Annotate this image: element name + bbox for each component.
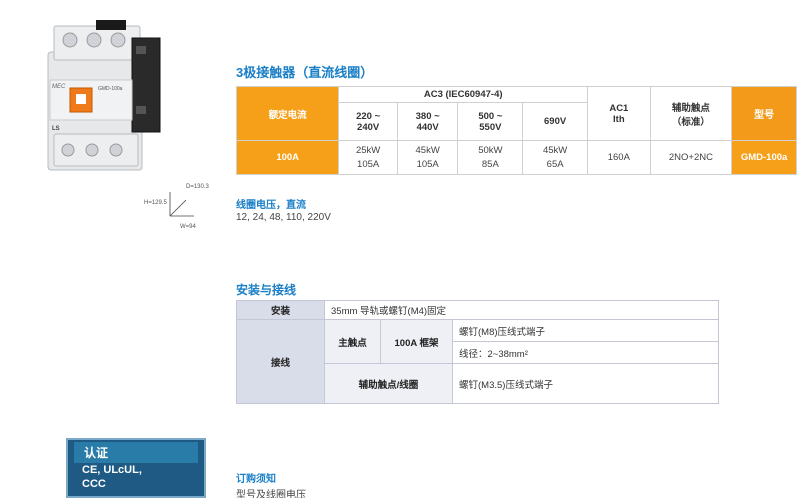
contactor-product-image: MEC GMD-100a LS [36, 16, 176, 196]
ac3-col-690: 690V [522, 102, 588, 141]
brand-label: MEC [52, 84, 66, 90]
certification-title: 认证 [74, 442, 198, 463]
current-value: 100A [235, 140, 340, 175]
ac3-value-500: 50kW 85A [457, 140, 524, 175]
ac3-kw-500: 50kW [478, 144, 503, 156]
section-title-install: 安装与接线 [236, 283, 297, 297]
ac3-a-220: 105A [357, 158, 380, 170]
dimension-diagram: D=130.3 H=129.5 W=94 [142, 182, 232, 232]
ac3-col-500: 500 ~ 550V [457, 102, 524, 141]
contactor-illustration [47, 20, 161, 171]
certification-item: CCC [82, 478, 106, 490]
type-header: 型号 [731, 86, 797, 141]
ac3-header: AC3 (IEC60947-4) [338, 86, 588, 103]
coil-voltage-title: 线圈电压，直流 [236, 200, 306, 211]
ac3-col-380: 380 ~ 440V [396, 102, 459, 141]
type-value: GMD-100a [731, 140, 797, 175]
ac3-a-500: 85A [481, 158, 499, 170]
ac3-kw-690: 45kW [542, 144, 568, 156]
install-table: 安装 35mm 导轨或螺钉(M4)固定 接线 主触点 100A 框架 螺钉(M8… [236, 300, 719, 404]
ac3-value-220: 25kW 105A [338, 140, 398, 175]
aux-contact-header: 辅助触点 （标准） [649, 86, 733, 141]
ac3-value-380: 45kW 105A [396, 140, 459, 175]
aux-contact-value: 2NO+2NC [649, 140, 733, 175]
ac3-value-690: 45kW 65A [522, 140, 588, 175]
ac3-col-220: 220 ~ 240V [338, 102, 398, 141]
dim-h: H=129.5 [144, 200, 167, 206]
ac3-a-690: 65A [546, 158, 564, 170]
aux-coil-label: 辅助触点/线圈 [324, 363, 453, 404]
model-label: GMD-100a [98, 86, 123, 92]
wiring-label: 接线 [236, 319, 325, 404]
ac3-kw-220: 25kW [355, 144, 381, 156]
ac3-a-380: 105A [416, 158, 439, 170]
section-title-contactor: 3极接触器（直流线圈） [236, 65, 374, 80]
frame-label: 100A 框架 [380, 319, 453, 364]
main-contact-label: 主触点 [324, 319, 381, 364]
ac1-header: AC1 Ith [587, 86, 651, 141]
rated-current-header: 额定电流 [235, 86, 340, 141]
dim-d: D=130.3 [186, 184, 209, 190]
ac1-value: 160A [587, 140, 651, 175]
certification-item: CE, ULcUL, [82, 464, 142, 476]
install-label: 安装 [236, 300, 325, 320]
aux-terminal-value: 螺钉(M3.5)压线式端子 [452, 363, 719, 404]
main-terminal-value: 螺钉(M8)压线式端子 [452, 319, 719, 342]
order-line: 型号及线圈电压 [236, 490, 306, 498]
spec-table: 额定电流 AC3 (IEC60947-4) AC1 Ith 辅助触点 （标准） … [235, 86, 797, 175]
certification-box: 认证 CE, ULcUL, CCC [66, 438, 206, 498]
ac3-kw-380: 45kW [415, 144, 440, 156]
order-title: 订购须知 [236, 474, 276, 485]
install-value: 35mm 导轨或螺钉(M4)固定 [324, 300, 719, 320]
coil-voltage-values: 12, 24, 48, 110, 220V [236, 212, 331, 223]
wire-diameter-value: 线径：2~38mm² [452, 341, 719, 364]
ls-logo: LS [52, 126, 60, 132]
dim-w: W=94 [180, 224, 196, 230]
